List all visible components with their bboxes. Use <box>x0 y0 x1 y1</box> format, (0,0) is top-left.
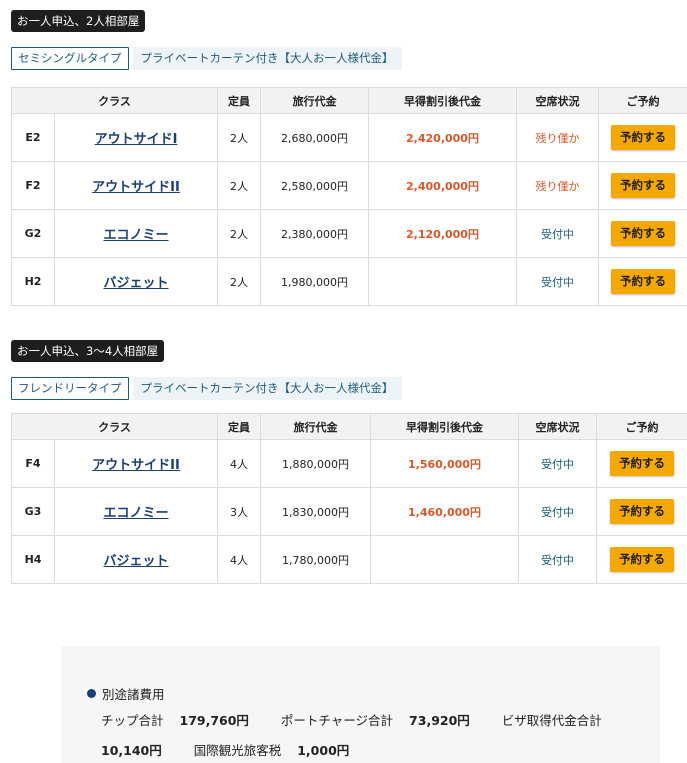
port-charge-value: 73,920円 <box>409 713 470 728</box>
cabin-class-link[interactable]: バジェット <box>103 554 168 569</box>
header-reserve: ご予約 <box>598 87 687 114</box>
availability-status: 残り僅か <box>516 113 599 162</box>
header-discount-price: 早得割引後代金 <box>370 413 519 440</box>
cabin-class-link[interactable]: アウトサイドII <box>92 458 180 473</box>
cabin-class-link[interactable]: アウトサイドI <box>95 132 178 147</box>
tourist-tax-label: 国際観光旅客税 <box>193 743 282 758</box>
room-type-label: セミシングルタイプ <box>11 47 129 70</box>
travel-price: 1,780,000円 <box>260 535 371 584</box>
travel-price: 1,880,000円 <box>260 439 371 488</box>
visa-value: 10,140円 <box>101 743 162 758</box>
travel-price: 2,680,000円 <box>260 113 369 162</box>
cabin-code: F2 <box>11 161 55 210</box>
header-availability: 空席状況 <box>518 413 597 440</box>
availability-status: 受付中 <box>518 535 597 584</box>
reserve-button[interactable]: 予約する <box>611 221 675 246</box>
capacity: 4人 <box>217 535 261 584</box>
header-availability: 空席状況 <box>516 87 599 114</box>
tip-value: 179,760円 <box>179 713 249 728</box>
section-tag: お一人申込、2人相部屋 <box>11 10 146 32</box>
reserve-button[interactable]: 予約する <box>611 125 675 150</box>
bullet-dot-icon <box>87 689 96 698</box>
availability-status: 受付中 <box>516 257 599 306</box>
travel-price: 2,580,000円 <box>260 161 369 210</box>
tip-label: チップ合計 <box>101 713 164 728</box>
capacity: 3人 <box>217 487 261 536</box>
header-price: 旅行代金 <box>260 413 371 440</box>
header-class: クラス <box>11 87 218 114</box>
cabin-class-link[interactable]: エコノミー <box>103 506 168 521</box>
cabin-code: E2 <box>11 113 55 162</box>
tourist-tax-value: 1,000円 <box>297 743 350 758</box>
fare-table: クラス 定員 旅行代金 早得割引後代金 空席状況 ご予約 E2 アウトサイドI … <box>11 87 687 306</box>
cabin-code: G3 <box>11 487 55 536</box>
fees-title-text: 別途諸費用 <box>102 687 165 702</box>
availability-status: 残り僅か <box>516 161 599 210</box>
room-type-row: セミシングルタイプ プライベートカーテン付き【大人お一人様代金】 <box>11 47 402 70</box>
header-class: クラス <box>11 413 218 440</box>
table-row: G3 エコノミー 3人 1,830,000円 1,460,000円 受付中 予約… <box>11 487 687 536</box>
table-header-row: クラス 定員 旅行代金 早得割引後代金 空席状況 ご予約 <box>11 413 687 440</box>
availability-status: 受付中 <box>518 439 597 488</box>
table-row: F4 アウトサイドII 4人 1,880,000円 1,560,000円 受付中… <box>11 439 687 488</box>
table-row: E2 アウトサイドI 2人 2,680,000円 2,420,000円 残り僅か… <box>11 113 687 162</box>
room-type-label: フレンドリータイプ <box>11 377 129 400</box>
room-type-description: プライベートカーテン付き【大人お一人様代金】 <box>132 377 402 400</box>
capacity: 4人 <box>217 439 261 488</box>
discount-price: 1,560,000円 <box>370 439 519 488</box>
capacity: 2人 <box>217 257 261 306</box>
discount-price: 1,460,000円 <box>370 487 519 536</box>
reserve-button[interactable]: 予約する <box>611 269 675 294</box>
discount-price <box>368 257 517 306</box>
cabin-class-link[interactable]: エコノミー <box>103 228 168 243</box>
discount-price: 2,400,000円 <box>368 161 517 210</box>
travel-price: 1,830,000円 <box>260 487 371 536</box>
cabin-code: H4 <box>11 535 55 584</box>
cabin-class-link[interactable]: アウトサイドII <box>92 180 180 195</box>
additional-fees-box: 別途諸費用 チップ合計 179,760円 ポートチャージ合計 73,920円 ビ… <box>61 646 660 763</box>
discount-price <box>370 535 519 584</box>
cabin-class-link[interactable]: バジェット <box>103 276 168 291</box>
capacity: 2人 <box>217 209 261 258</box>
reserve-button[interactable]: 予約する <box>610 547 674 572</box>
table-header-row: クラス 定員 旅行代金 早得割引後代金 空席状況 ご予約 <box>11 87 687 114</box>
header-discount-price: 早得割引後代金 <box>368 87 517 114</box>
capacity: 2人 <box>217 161 261 210</box>
section-tag: お一人申込、3〜4人相部屋 <box>11 340 165 362</box>
cabin-code: H2 <box>11 257 55 306</box>
availability-status: 受付中 <box>518 487 597 536</box>
table-row: G2 エコノミー 2人 2,380,000円 2,120,000円 受付中 予約… <box>11 209 687 258</box>
header-capacity: 定員 <box>217 87 261 114</box>
cabin-code: G2 <box>11 209 55 258</box>
travel-price: 1,980,000円 <box>260 257 369 306</box>
reserve-button[interactable]: 予約する <box>610 499 674 524</box>
header-reserve: ご予約 <box>596 413 687 440</box>
table-row: F2 アウトサイドII 2人 2,580,000円 2,400,000円 残り僅… <box>11 161 687 210</box>
discount-price: 2,120,000円 <box>368 209 517 258</box>
fare-table: クラス 定員 旅行代金 早得割引後代金 空席状況 ご予約 F4 アウトサイドII… <box>11 413 687 584</box>
room-type-row: フレンドリータイプ プライベートカーテン付き【大人お一人様代金】 <box>11 377 402 400</box>
discount-price: 2,420,000円 <box>368 113 517 162</box>
reserve-button[interactable]: 予約する <box>611 173 675 198</box>
capacity: 2人 <box>217 113 261 162</box>
reserve-button[interactable]: 予約する <box>610 451 674 476</box>
table-row: H4 バジェット 4人 1,780,000円 受付中 予約する <box>11 535 687 584</box>
header-price: 旅行代金 <box>260 87 369 114</box>
cabin-code: F4 <box>11 439 55 488</box>
fees-line-2: 10,140円 国際観光旅客税 1,000円 <box>101 740 349 759</box>
visa-label: ビザ取得代金合計 <box>501 713 602 728</box>
room-type-description: プライベートカーテン付き【大人お一人様代金】 <box>132 47 402 70</box>
table-row: H2 バジェット 2人 1,980,000円 受付中 予約する <box>11 257 687 306</box>
fees-line-1: チップ合計 179,760円 ポートチャージ合計 73,920円 ビザ取得代金合… <box>101 710 602 729</box>
header-capacity: 定員 <box>217 413 261 440</box>
travel-price: 2,380,000円 <box>260 209 369 258</box>
availability-status: 受付中 <box>516 209 599 258</box>
port-charge-label: ポートチャージ合計 <box>280 713 394 728</box>
fees-title: 別途諸費用 <box>87 684 165 703</box>
